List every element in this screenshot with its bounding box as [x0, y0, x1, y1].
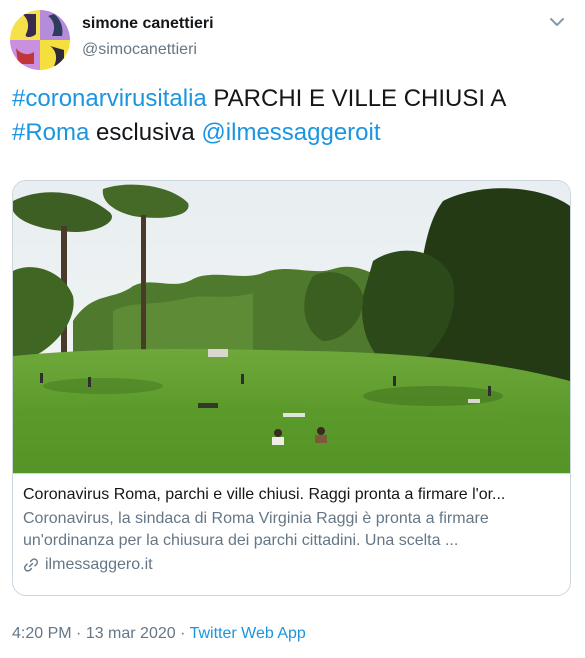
tweet-date[interactable]: 13 mar 2020 [86, 625, 176, 642]
meta-separator: · [71, 625, 86, 642]
avatar[interactable] [10, 10, 70, 70]
tweet-time[interactable]: 4:20 PM [12, 625, 72, 642]
chevron-down-icon [550, 18, 564, 26]
hashtag-link[interactable]: #Roma [12, 119, 89, 146]
tweet-text-segment: PARCHI E VILLE CHIUSI A [206, 85, 506, 112]
card-description-line: un'ordinanza per la chiusura dei parchi … [23, 532, 459, 549]
card-image[interactable] [13, 181, 570, 473]
tweet-meta: 4:20 PM · 13 mar 2020 · Twitter Web App [12, 624, 306, 644]
link-icon [24, 558, 38, 572]
tweet-text-segment: esclusiva [89, 119, 202, 146]
link-card[interactable]: Coronavirus Roma, parchi e ville chiusi.… [12, 180, 571, 596]
tweet-text: #coronarvirusitalia PARCHI E VILLE CHIUS… [12, 82, 577, 150]
card-domain[interactable]: ilmessaggero.it [23, 554, 560, 576]
mention-link[interactable]: @ilmessaggeroit [201, 119, 380, 146]
card-domain-text: ilmessaggero.it [45, 556, 153, 573]
card-description-line: Coronavirus, la sindaca di Roma Virginia… [23, 510, 489, 527]
user-handle[interactable]: @simocanettieri [82, 40, 214, 60]
more-menu-button[interactable] [547, 12, 567, 32]
avatar-quadrants-icon [10, 10, 70, 70]
card-title[interactable]: Coronavirus Roma, parchi e ville chiusi.… [23, 484, 560, 506]
tweet-source-link[interactable]: Twitter Web App [190, 625, 306, 642]
card-description: Coronavirus, la sindaca di Roma Virginia… [23, 508, 560, 552]
card-body[interactable]: Coronavirus Roma, parchi e ville chiusi.… [13, 473, 570, 595]
meta-separator: · [175, 625, 190, 642]
park-photo [13, 181, 570, 473]
author-block: simone canettieri @simocanettieri [82, 14, 214, 60]
display-name[interactable]: simone canettieri [82, 14, 214, 34]
tweet: simone canettieri @simocanettieri #coron… [0, 0, 585, 658]
hashtag-link[interactable]: #coronarvirusitalia [12, 85, 207, 112]
